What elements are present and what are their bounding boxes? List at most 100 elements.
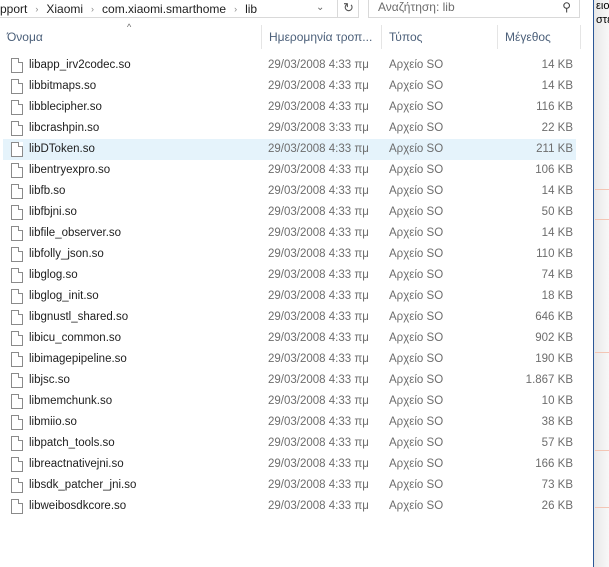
- file-name: libsdk_patcher_jni.so: [29, 479, 137, 491]
- file-row[interactable]: libapp_irv2codec.so 29/03/2008 4:33 πμ Α…: [3, 55, 576, 76]
- file-size: 74 KB: [541, 269, 573, 281]
- file-size: 211 KB: [536, 143, 573, 155]
- address-dropdown-icon[interactable]: ⌄: [316, 2, 324, 13]
- file-date: 29/03/2008 4:33 πμ: [268, 290, 369, 302]
- file-size: 57 KB: [541, 437, 573, 449]
- file-date: 29/03/2008 4:33 πμ: [268, 101, 369, 113]
- file-date: 29/03/2008 4:33 πμ: [268, 395, 369, 407]
- file-row[interactable]: libweibosdkcore.so 29/03/2008 4:33 πμ Αρ…: [3, 496, 576, 517]
- file-size: 902 KB: [535, 332, 573, 344]
- file-size: 10 KB: [541, 395, 573, 407]
- file-row[interactable]: libblecipher.so 29/03/2008 4:33 πμ Αρχεί…: [3, 97, 576, 118]
- file-row[interactable]: libfile_observer.so 29/03/2008 4:33 πμ Α…: [3, 223, 576, 244]
- file-type: Αρχείο SO: [389, 374, 444, 386]
- file-date: 29/03/2008 4:33 πμ: [268, 479, 369, 491]
- file-date: 29/03/2008 4:33 πμ: [268, 458, 369, 470]
- file-row[interactable]: libbitmaps.so 29/03/2008 4:33 πμ Αρχείο …: [3, 76, 576, 97]
- file-row[interactable]: libimagepipeline.so 29/03/2008 4:33 πμ Α…: [3, 349, 576, 370]
- file-icon: [11, 205, 23, 220]
- file-row[interactable]: libicu_common.so 29/03/2008 4:33 πμ Αρχε…: [3, 328, 576, 349]
- file-date: 29/03/2008 4:33 πμ: [268, 227, 369, 239]
- file-type: Αρχείο SO: [389, 164, 444, 176]
- file-row[interactable]: libgnustl_shared.so 29/03/2008 4:33 πμ Α…: [3, 307, 576, 328]
- file-row[interactable]: libsdk_patcher_jni.so 29/03/2008 4:33 πμ…: [3, 475, 576, 496]
- file-date: 29/03/2008 4:33 πμ: [268, 248, 369, 260]
- search-icon[interactable]: ⚲: [562, 0, 571, 14]
- file-size: 73 KB: [541, 479, 573, 491]
- chevron-right-icon: ›: [234, 3, 238, 14]
- file-name: libfb.so: [29, 185, 66, 197]
- file-row[interactable]: libjsc.so 29/03/2008 4:33 πμ Αρχείο SO 1…: [3, 370, 576, 391]
- file-row[interactable]: libDToken.so 29/03/2008 4:33 πμ Αρχείο S…: [3, 139, 576, 160]
- file-row[interactable]: libmemchunk.so 29/03/2008 4:33 πμ Αρχείο…: [3, 391, 576, 412]
- breadcrumb-support[interactable]: pport: [0, 2, 27, 16]
- file-icon: [11, 268, 23, 283]
- file-type: Αρχείο SO: [389, 290, 444, 302]
- search-input[interactable]: Αναζήτηση: lib ⚲: [368, 0, 580, 18]
- file-row[interactable]: libglog.so 29/03/2008 4:33 πμ Αρχείο SO …: [3, 265, 576, 286]
- file-type: Αρχείο SO: [389, 80, 444, 92]
- file-icon: [11, 100, 23, 115]
- file-size: 110 KB: [536, 248, 573, 260]
- file-date: 29/03/2008 4:33 πμ: [268, 164, 369, 176]
- breadcrumb-lib[interactable]: lib: [245, 2, 257, 16]
- file-name: libpatch_tools.so: [29, 437, 115, 449]
- column-header-type[interactable]: Τύπος: [382, 25, 498, 49]
- column-header-date[interactable]: Ημερομηνία τροπ...: [262, 25, 382, 49]
- file-type: Αρχείο SO: [389, 227, 444, 239]
- file-icon: [11, 436, 23, 451]
- file-row[interactable]: libentryexpro.so 29/03/2008 4:33 πμ Αρχε…: [3, 160, 576, 181]
- file-icon: [11, 247, 23, 262]
- file-row[interactable]: libmiio.so 29/03/2008 4:33 πμ Αρχείο SO …: [3, 412, 576, 433]
- file-date: 29/03/2008 4:33 πμ: [268, 374, 369, 386]
- explorer-window: pport › Xiaomi › com.xiaomi.smarthome › lib…: [0, 0, 593, 567]
- file-row[interactable]: libcrashpin.so 29/03/2008 3:33 πμ Αρχείο…: [3, 118, 576, 139]
- file-icon: [11, 184, 23, 199]
- breadcrumb-smarthome[interactable]: com.xiaomi.smarthome: [102, 2, 226, 16]
- file-date: 29/03/2008 4:33 πμ: [268, 353, 369, 365]
- file-date: 29/03/2008 4:33 πμ: [268, 416, 369, 428]
- file-size: 166 KB: [535, 458, 573, 470]
- column-header-size[interactable]: Μέγεθος: [498, 25, 581, 49]
- file-icon: [11, 478, 23, 493]
- chevron-right-icon: ›: [91, 3, 95, 14]
- file-type: Αρχείο SO: [389, 395, 444, 407]
- address-bar[interactable]: pport › Xiaomi › com.xiaomi.smarthome › lib…: [0, 0, 359, 18]
- file-name: libapp_irv2codec.so: [29, 59, 131, 71]
- background-text: ειο: [596, 0, 609, 12]
- file-row[interactable]: libfbjni.so 29/03/2008 4:33 πμ Αρχείο SO…: [3, 202, 576, 223]
- breadcrumb-xiaomi[interactable]: Xiaomi: [46, 2, 83, 16]
- refresh-button[interactable]: ↻: [337, 0, 359, 18]
- file-size: 38 KB: [541, 416, 573, 428]
- file-icon: [11, 331, 23, 346]
- file-name: libweibosdkcore.so: [29, 500, 127, 512]
- file-type: Αρχείο SO: [389, 185, 444, 197]
- file-size: 646 KB: [535, 311, 573, 323]
- file-date: 29/03/2008 4:33 πμ: [268, 80, 369, 92]
- file-type: Αρχείο SO: [389, 122, 444, 134]
- file-name: libDToken.so: [29, 143, 95, 155]
- chevron-right-icon: ›: [35, 3, 39, 14]
- file-size: 18 KB: [541, 290, 573, 302]
- file-size: 190 KB: [535, 353, 573, 365]
- file-row[interactable]: libreactnativejni.so 29/03/2008 4:33 πμ …: [3, 454, 576, 475]
- file-icon: [11, 79, 23, 94]
- file-date: 29/03/2008 4:33 πμ: [268, 332, 369, 344]
- file-date: 29/03/2008 4:33 πμ: [268, 269, 369, 281]
- file-row[interactable]: libfolly_json.so 29/03/2008 4:33 πμ Αρχε…: [3, 244, 576, 265]
- file-type: Αρχείο SO: [389, 479, 444, 491]
- file-icon: [11, 226, 23, 241]
- file-type: Αρχείο SO: [389, 248, 444, 260]
- file-name: libentryexpro.so: [29, 164, 111, 176]
- file-icon: [11, 163, 23, 178]
- file-icon: [11, 394, 23, 409]
- file-row[interactable]: libfb.so 29/03/2008 4:33 πμ Αρχείο SO 14…: [3, 181, 576, 202]
- file-name: libjsc.so: [29, 374, 70, 386]
- file-row[interactable]: libglog_init.so 29/03/2008 4:33 πμ Αρχεί…: [3, 286, 576, 307]
- file-size: 14 KB: [541, 59, 573, 71]
- file-row[interactable]: libpatch_tools.so 29/03/2008 4:33 πμ Αρχ…: [3, 433, 576, 454]
- column-header-name[interactable]: Όνομα: [0, 25, 262, 49]
- file-name: libfbjni.so: [29, 206, 77, 218]
- file-name: libglog.so: [29, 269, 78, 281]
- file-icon: [11, 58, 23, 73]
